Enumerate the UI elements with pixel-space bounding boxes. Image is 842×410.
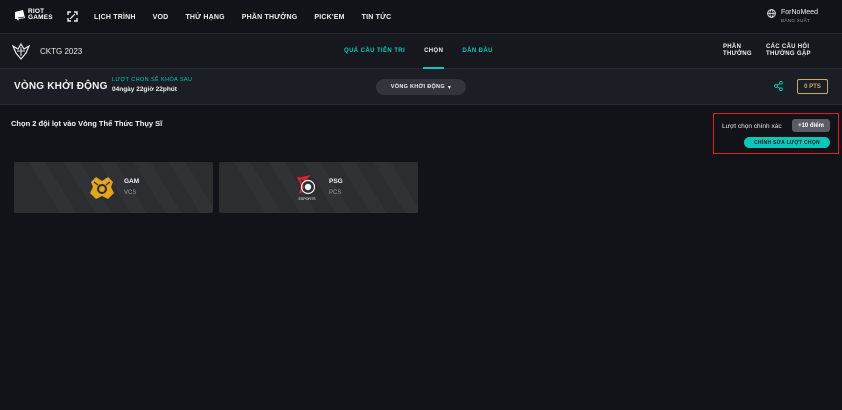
edit-picks-button[interactable]: CHỈNH SỬA LƯỢT CHỌN: [744, 137, 830, 148]
user-name: ForNoMeed: [781, 9, 818, 16]
stage-dropdown-value: VÒNG KHỞI ĐỘNG: [390, 84, 445, 90]
chevron-down-icon: ▾: [447, 84, 452, 91]
logout-link[interactable]: ĐĂNG XUẤT: [781, 18, 818, 23]
main-nav-links: LỊCH TRÌNH VOD THỨ HẠNG PHẦN THƯỞNG PICK…: [94, 0, 408, 34]
rewards-link-line2: THƯỞNG: [723, 51, 752, 57]
riot-games-logo[interactable]: RIOT GAMES: [14, 8, 53, 21]
nav-link-schedule[interactable]: LỊCH TRÌNH: [94, 14, 136, 21]
psg-logo-icon: ESPORTS: [297, 175, 316, 201]
lock-label: LƯỢT CHỌN SẼ KHÓA SAU: [112, 77, 193, 83]
share-icon[interactable]: [774, 81, 783, 91]
expand-icon[interactable]: [67, 11, 78, 22]
stage-bar: VÒNG KHỞI ĐỘNG LƯỢT CHỌN SẼ KHÓA SAU 04n…: [0, 69, 842, 105]
tab-bracket-predictor[interactable]: QUẢ CẦU TIÊN TRI: [344, 34, 405, 69]
faq-link[interactable]: CÁC CÂU HỎI THƯỜNG GẶP: [766, 44, 811, 58]
section-title: Chọn 2 đội lọt vào Vòng Thể Thức Thụy Sĩ: [11, 119, 163, 128]
faq-link-line1: CÁC CÂU HỎI: [766, 44, 810, 50]
top-navigation: RIOT GAMES LỊCH TRÌNH VOD THỨ HẠNG PHẦN …: [0, 0, 842, 34]
team-card-gam[interactable]: GAM VCS: [14, 162, 213, 213]
globe-icon[interactable]: [767, 9, 776, 18]
stage-title: VÒNG KHỞI ĐỘNG: [14, 81, 108, 92]
event-subnav: CKTG 2023 QUẢ CẦU TIÊN TRI CHỌN DẪN ĐẦU …: [0, 34, 842, 69]
nav-link-standings[interactable]: THỨ HẠNG: [185, 14, 224, 21]
logo-text-games: GAMES: [28, 14, 53, 21]
correct-pick-label: Lượt chọn chính xác: [722, 123, 782, 130]
pickem-tabs: QUẢ CẦU TIÊN TRI CHỌN DẪN ĐẦU: [344, 34, 512, 69]
tab-picks[interactable]: CHỌN: [423, 34, 445, 69]
team-name: GAM: [124, 178, 140, 185]
nav-link-pickem[interactable]: PICK'EM: [314, 14, 344, 21]
nav-link-vod[interactable]: VOD: [153, 14, 169, 21]
team-name: PSG: [329, 178, 343, 185]
event-name: CKTG 2023: [40, 47, 83, 56]
correct-pick-bonus-box: Lượt chọn chính xác +10 điểm CHỈNH SỬA L…: [713, 113, 839, 154]
bonus-points-badge: +10 điểm: [792, 119, 830, 132]
gam-logo-icon: [90, 177, 114, 199]
team-region: PCS: [329, 190, 342, 196]
nav-link-rewards[interactable]: PHẦN THƯỞNG: [242, 14, 298, 21]
nav-link-news[interactable]: TIN TỨC: [362, 14, 392, 21]
worlds-logo-icon[interactable]: [12, 43, 30, 60]
team-region: VCS: [124, 190, 137, 196]
rewards-link-line1: PHẦN: [723, 44, 742, 50]
psg-logo-text: ESPORTS: [298, 197, 316, 201]
rewards-link[interactable]: PHẦN THƯỞNG: [723, 44, 752, 58]
points-badge: 0 PTS: [797, 79, 828, 94]
riot-fist-icon: [15, 10, 25, 21]
user-menu[interactable]: ForNoMeed ĐĂNG XUẤT: [767, 9, 818, 23]
faq-link-line2: THƯỜNG GẶP: [766, 51, 811, 57]
team-card-psg[interactable]: ESPORTS PSG PCS: [219, 162, 418, 213]
tab-leaderboard[interactable]: DẪN ĐẦU: [462, 34, 492, 69]
lock-countdown: 04ngày 22giờ 22phút: [112, 86, 177, 93]
stage-dropdown[interactable]: VÒNG KHỞI ĐỘNG ▾: [376, 79, 466, 95]
